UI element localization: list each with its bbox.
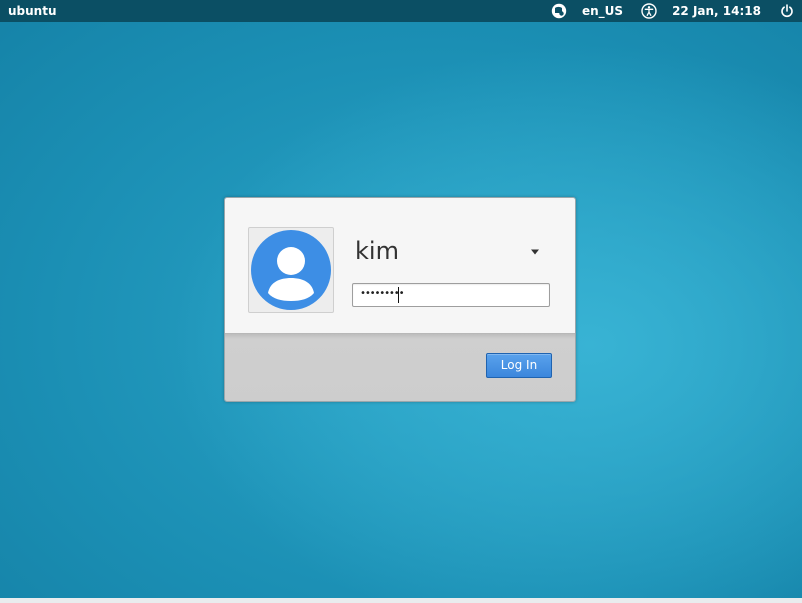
login-dialog: kim ••••••••• Log In xyxy=(224,197,576,402)
chevron-down-icon xyxy=(531,249,539,255)
hostname-label: ubuntu xyxy=(8,4,57,18)
login-button[interactable]: Log In xyxy=(486,353,552,378)
network-indicator-icon[interactable] xyxy=(550,0,568,22)
panel-indicators: en_US 22 Jan, 14:18 xyxy=(550,0,802,22)
power-icon[interactable] xyxy=(778,0,796,22)
user-avatar-icon xyxy=(251,230,331,310)
text-caret xyxy=(398,287,399,303)
language-indicator[interactable]: en_US xyxy=(582,0,623,22)
desktop: ubuntu en_US 22 Jan, 14:18 kim •••••••••… xyxy=(0,0,802,603)
user-dropdown-button[interactable] xyxy=(525,244,545,260)
login-user-area: kim ••••••••• xyxy=(225,198,575,334)
password-mask: ••••••••• xyxy=(360,288,405,299)
username-label: kim xyxy=(355,237,399,265)
top-panel: ubuntu en_US 22 Jan, 14:18 xyxy=(0,0,802,22)
password-field[interactable]: ••••••••• xyxy=(352,283,550,307)
accessibility-icon[interactable] xyxy=(640,0,658,22)
clock-indicator[interactable]: 22 Jan, 14:18 xyxy=(672,0,761,22)
screen-bottom-edge xyxy=(0,598,802,603)
avatar xyxy=(248,227,334,313)
